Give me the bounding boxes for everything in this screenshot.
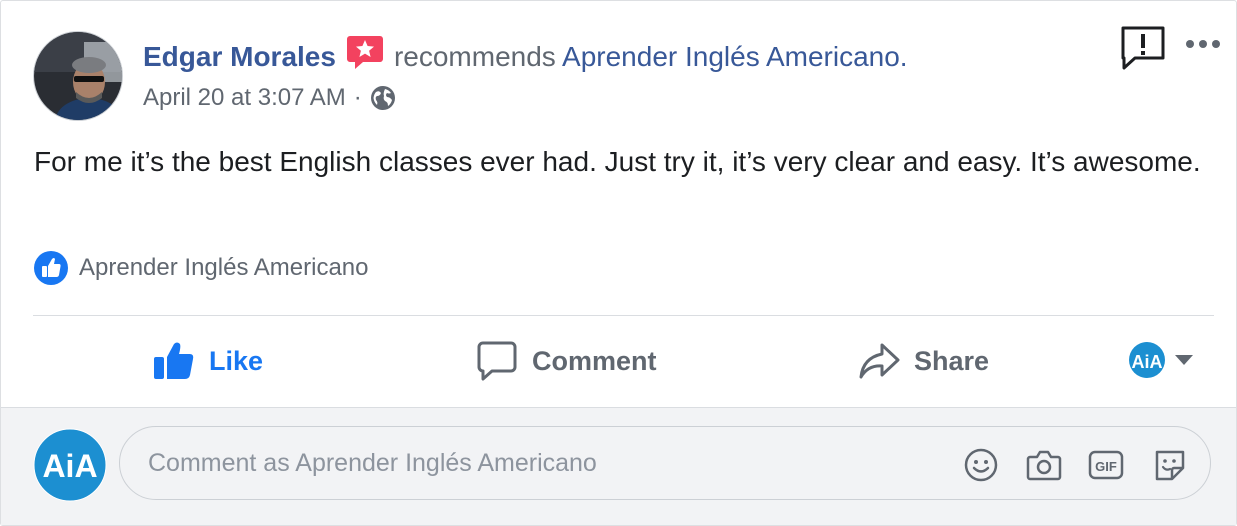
comment-composer: AiA GIF bbox=[1, 408, 1236, 525]
camera-icon[interactable] bbox=[1026, 448, 1062, 482]
recommended-page-link[interactable]: Aprender Inglés Americano. bbox=[562, 41, 908, 72]
commenter-page-avatar[interactable]: AiA bbox=[33, 428, 107, 502]
like-button[interactable]: Like bbox=[153, 319, 263, 403]
meta-separator: · bbox=[353, 84, 362, 111]
post-timestamp[interactable]: April 20 at 3:07 AM bbox=[143, 81, 346, 115]
svg-text:GIF: GIF bbox=[1095, 459, 1117, 474]
page-avatar-small: AiA bbox=[1128, 341, 1166, 379]
comment-input-box[interactable]: GIF bbox=[119, 426, 1211, 500]
post-body: For me it’s the best English classes eve… bbox=[34, 146, 1201, 177]
recommended-page-row[interactable]: Aprender Inglés Americano bbox=[33, 250, 369, 286]
svg-text:AiA: AiA bbox=[1132, 352, 1163, 372]
post-header: Edgar Morales recommends Aprender Inglés … bbox=[143, 34, 908, 76]
author-name[interactable]: Edgar Morales bbox=[143, 41, 336, 72]
post-actions: Like Comment Share AiA bbox=[33, 319, 1216, 403]
comment-input[interactable] bbox=[146, 447, 910, 479]
like-label: Like bbox=[209, 345, 264, 376]
share-button[interactable]: Share bbox=[858, 319, 989, 403]
share-arrow-icon bbox=[858, 341, 900, 381]
more-options-icon[interactable] bbox=[1183, 34, 1223, 54]
comment-button[interactable]: Comment bbox=[476, 319, 657, 403]
post-meta: April 20 at 3:07 AM · bbox=[143, 81, 396, 115]
gif-icon[interactable]: GIF bbox=[1088, 448, 1124, 482]
sticker-icon[interactable] bbox=[1152, 448, 1186, 482]
svg-text:AiA: AiA bbox=[42, 448, 97, 484]
share-label: Share bbox=[914, 345, 990, 376]
comment-label: Comment bbox=[532, 345, 657, 376]
recommended-page-name[interactable]: Aprender Inglés Americano bbox=[79, 254, 369, 282]
post-card: Edgar Morales recommends Aprender Inglés … bbox=[0, 0, 1237, 526]
recommendation-star-icon bbox=[346, 34, 384, 70]
action-text: recommends bbox=[393, 41, 556, 72]
globe-icon[interactable] bbox=[370, 85, 396, 111]
acting-as-selector[interactable]: AiA bbox=[1128, 341, 1194, 379]
like-badge-icon bbox=[33, 250, 69, 286]
divider bbox=[33, 315, 1214, 316]
author-avatar[interactable] bbox=[33, 31, 123, 121]
thumbs-up-icon bbox=[153, 341, 195, 381]
report-icon[interactable] bbox=[1119, 25, 1167, 71]
emoji-icon[interactable] bbox=[964, 448, 998, 482]
comment-bubble-icon bbox=[476, 340, 518, 382]
chevron-down-icon bbox=[1174, 354, 1194, 366]
